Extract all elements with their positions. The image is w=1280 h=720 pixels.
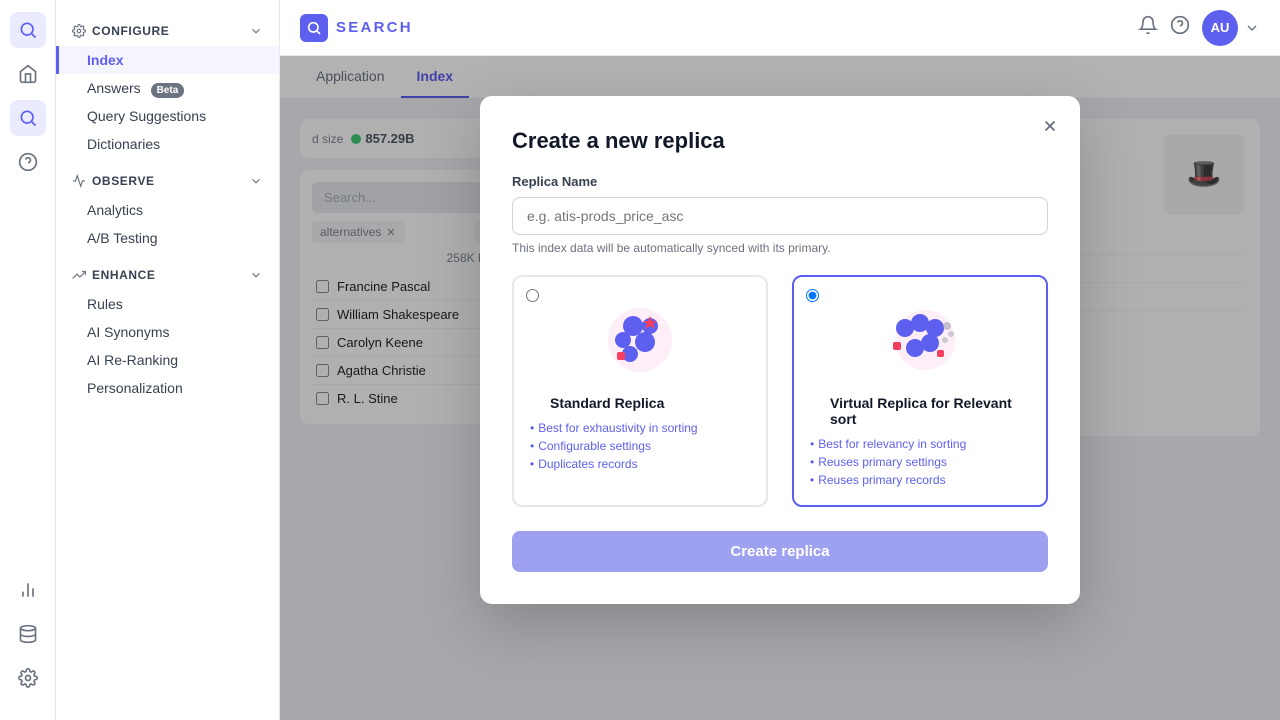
virtual-replica-illustration (810, 293, 1030, 383)
virtual-feature-0: Best for relevancy in sorting (810, 435, 1030, 453)
top-bar: SEARCH AU (280, 0, 1280, 56)
settings-icon-btn[interactable] (10, 660, 46, 696)
user-menu[interactable]: AU (1202, 10, 1260, 46)
modal-overlay: Create a new replica Replica Name This i… (280, 56, 1280, 720)
sidebar-item-analytics[interactable]: Analytics (56, 196, 279, 224)
sidebar-item-index[interactable]: Index (56, 46, 279, 74)
enhance-label: ENHANCE (92, 268, 156, 282)
standard-replica-illustration (530, 293, 750, 383)
icon-bar (0, 0, 56, 720)
sidebar-item-ai-synonyms[interactable]: AI Synonyms (56, 318, 279, 346)
enhance-section: ENHANCE Rules AI Synonyms AI Re-Ranking … (56, 260, 279, 402)
sidebar-item-personalization[interactable]: Personalization (56, 374, 279, 402)
observe-label: OBSERVE (92, 174, 155, 188)
sidebar-item-ai-reranking[interactable]: AI Re-Ranking (56, 346, 279, 374)
modal-close-button[interactable] (1036, 112, 1064, 140)
search-icon-btn[interactable] (10, 100, 46, 136)
replica-name-input[interactable] (512, 197, 1048, 235)
sidebar-item-query-suggestions[interactable]: Query Suggestions (56, 102, 279, 130)
virtual-replica-title: Virtual Replica for Relevant sort (830, 395, 1030, 427)
sidebar-item-dictionaries[interactable]: Dictionaries (56, 130, 279, 158)
standard-replica-option[interactable]: Standard Replica Best for exhaustivity i… (512, 275, 768, 507)
bell-icon[interactable] (1138, 15, 1158, 40)
configure-label: CONFIGURE (92, 24, 169, 38)
chart-icon-btn[interactable] (10, 572, 46, 608)
logo-icon-btn[interactable] (10, 12, 46, 48)
replica-options: Standard Replica Best for exhaustivity i… (512, 275, 1048, 507)
sidebar-item-ab-testing[interactable]: A/B Testing (56, 224, 279, 252)
configure-header[interactable]: CONFIGURE (56, 16, 279, 46)
standard-replica-title: Standard Replica (550, 395, 750, 411)
replica-name-label: Replica Name (512, 174, 1048, 189)
sidebar-item-answers[interactable]: Answers Beta (56, 74, 279, 102)
home-icon-btn[interactable] (10, 56, 46, 92)
create-replica-modal: Create a new replica Replica Name This i… (480, 96, 1080, 604)
standard-feature-1: Configurable settings (530, 437, 750, 455)
virtual-feature-1: Reuses primary settings (810, 453, 1030, 471)
configure-section: CONFIGURE Index Answers Beta Query Sugge… (56, 16, 279, 158)
standard-replica-radio[interactable] (526, 289, 539, 302)
chevron-down-icon (1244, 20, 1260, 36)
app-logo (300, 14, 328, 42)
observe-section: OBSERVE Analytics A/B Testing (56, 166, 279, 252)
avatar: AU (1202, 10, 1238, 46)
virtual-replica-option[interactable]: Virtual Replica for Relevant sort Best f… (792, 275, 1048, 507)
beta-badge: Beta (151, 83, 185, 98)
sidebar-item-rules[interactable]: Rules (56, 290, 279, 318)
help-icon[interactable] (1170, 15, 1190, 40)
standard-replica-features: Best for exhaustivity in sorting Configu… (530, 419, 750, 473)
standard-feature-0: Best for exhaustivity in sorting (530, 419, 750, 437)
virtual-replica-features: Best for relevancy in sorting Reuses pri… (810, 435, 1030, 489)
modal-title: Create a new replica (512, 128, 1048, 154)
virtual-feature-2: Reuses primary records (810, 471, 1030, 489)
virtual-replica-radio[interactable] (806, 289, 819, 302)
question-icon-btn[interactable] (10, 144, 46, 180)
sidebar: CONFIGURE Index Answers Beta Query Sugge… (56, 0, 280, 720)
database-icon-btn[interactable] (10, 616, 46, 652)
modal-hint: This index data will be automatically sy… (512, 241, 1048, 255)
enhance-header[interactable]: ENHANCE (56, 260, 279, 290)
app-name: SEARCH (336, 19, 413, 36)
create-replica-button[interactable]: Create replica (512, 531, 1048, 572)
standard-feature-2: Duplicates records (530, 455, 750, 473)
observe-header[interactable]: OBSERVE (56, 166, 279, 196)
